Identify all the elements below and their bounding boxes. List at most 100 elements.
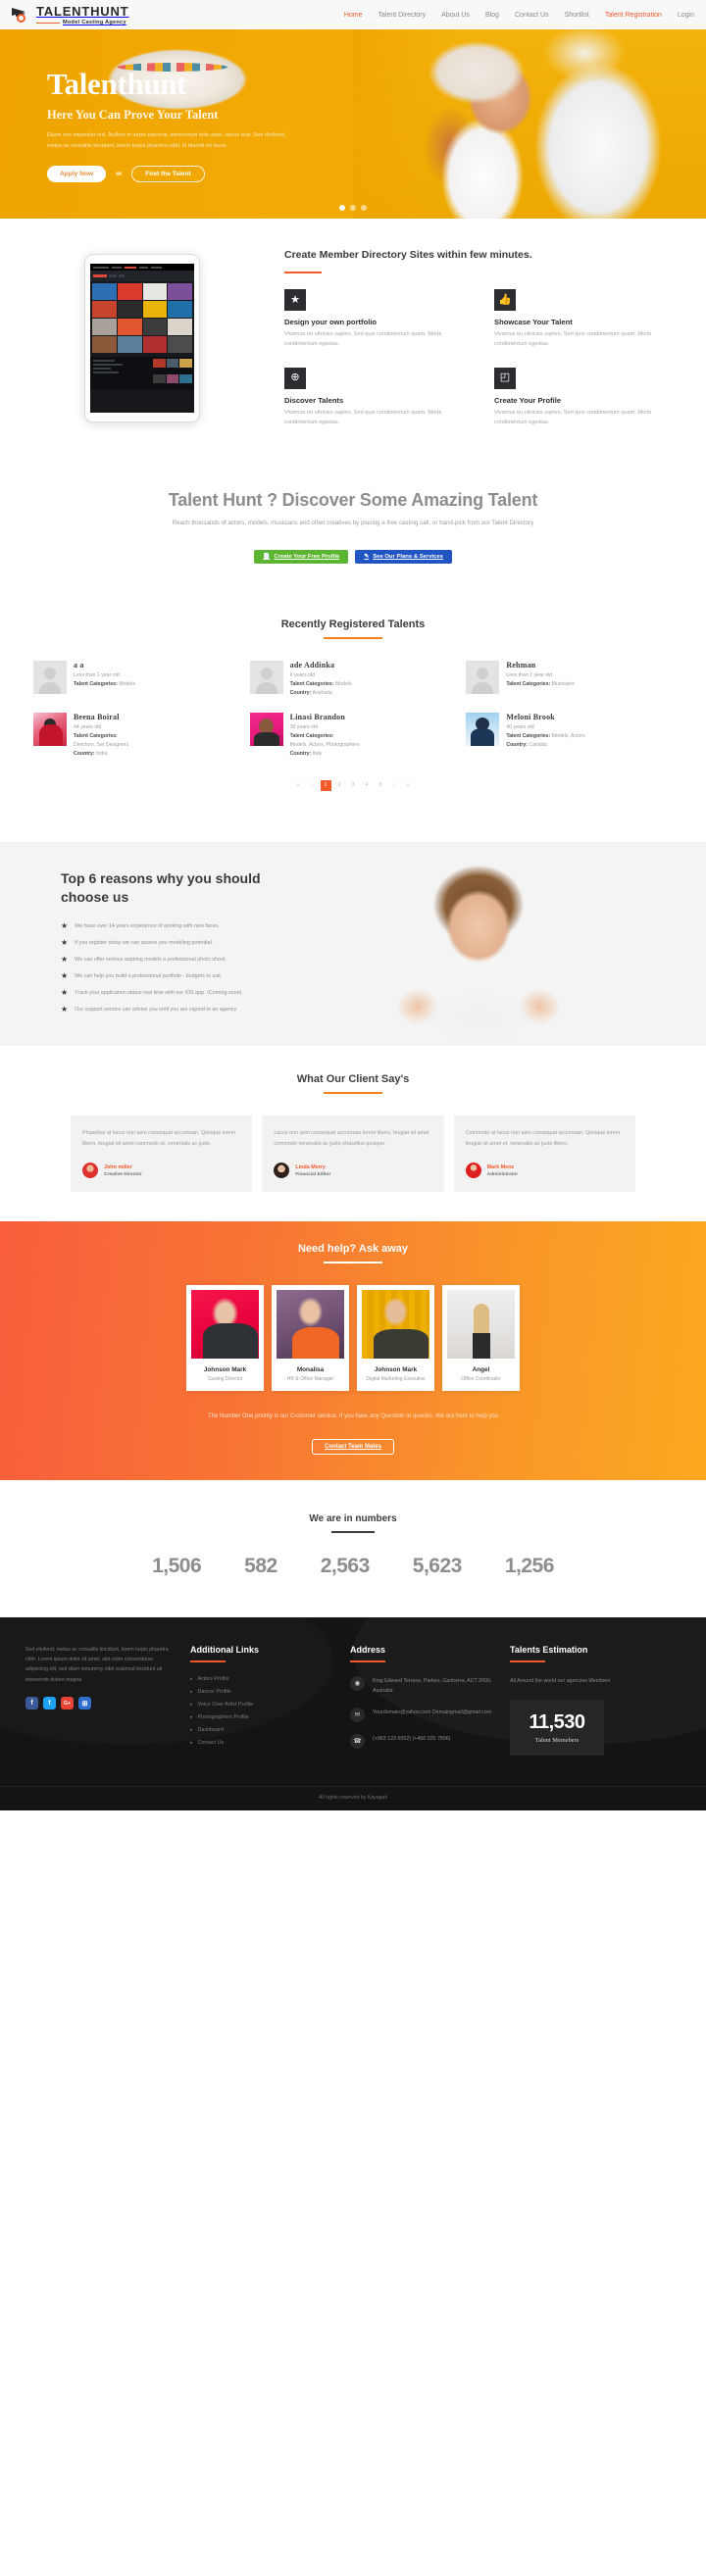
footer-link-voice-over-artist-profile[interactable]: ▸ Voice Over Artist Profile (190, 1702, 332, 1708)
brand-divider (36, 22, 60, 24)
footer-link-dancer-profile[interactable]: ▸ Dancer Profile (190, 1689, 332, 1695)
pagination: « ‹ 1 2 3 4 5 › » (0, 779, 706, 791)
talent-avatar-photo (466, 712, 500, 746)
reason-text: We can help you build a professional por… (75, 973, 223, 980)
nav-link-blog[interactable]: Blog (485, 12, 499, 19)
talent-name: a a (74, 661, 84, 670)
chevron-right-icon: ▸ (190, 1739, 193, 1746)
nav-links: Home Talent Directory About Us Blog Cont… (344, 12, 694, 19)
footer-link-label: Actors Profile (197, 1675, 229, 1682)
pagination-first[interactable]: « (293, 780, 304, 791)
talent-avatar-placeholder (33, 661, 67, 695)
features-heading-underline (284, 272, 322, 274)
team-member-name: Angel (472, 1366, 490, 1374)
brand-name: TALENTHUNT (36, 3, 129, 19)
see-plans-services-button[interactable]: ✎ See Our Plans & Services (355, 550, 452, 565)
number-stat: 5,623 (412, 1554, 463, 1577)
google-plus-icon[interactable]: G+ (61, 1697, 74, 1710)
twitter-icon[interactable]: t (43, 1697, 56, 1710)
footer-link-dashboard[interactable]: ▸ Dashboard (190, 1727, 332, 1733)
brand-logo[interactable]: TALENTHUNT Model Casting Agency (12, 4, 128, 26)
pagination-next[interactable]: › (389, 780, 400, 791)
hero-slider-dot-2[interactable] (350, 205, 356, 211)
hero-title: Talenthunt (47, 67, 187, 101)
numbers-row: 1,506 582 2,563 5,623 1,256 (0, 1555, 706, 1578)
footer-link-actors-profile[interactable]: ▸ Actors Profile (190, 1676, 332, 1682)
star-icon: ★ (61, 937, 69, 947)
reason-item: ★ If you register today we can assess you… (61, 937, 353, 947)
feature-description: Vivamus eu ultricies sapien. Sed quis co… (284, 331, 442, 347)
contact-team-mates-button[interactable]: Contact Team Mates (312, 1438, 394, 1455)
footer-address-row: ◉ King Edward Terrace, Parkes, Canberra,… (350, 1675, 492, 1696)
talent-card[interactable]: Meloni Brook 40 years old Talent Categor… (466, 712, 673, 759)
reason-item: ★ We can offer serious aspiring models a … (61, 954, 353, 964)
talent-card[interactable]: Beena Boiral 44 years old Talent Categor… (33, 712, 240, 759)
testimonial-card: Lacus non sem consequat accumsan lorem l… (262, 1115, 444, 1193)
footer-estimation-label: Talent Memebers (534, 1736, 580, 1744)
nav-link-talent-registration[interactable]: Talent Registration (605, 12, 662, 19)
talent-card[interactable]: ade Addinka 6 years old Talent Categorie… (249, 661, 457, 698)
footer-copyright: All rights reserved by Kayapati (0, 1785, 706, 1810)
top-navigation-bar: TALENTHUNT Model Casting Agency Home Tal… (0, 0, 706, 29)
pagination-page-3[interactable]: 3 (348, 780, 359, 791)
pagination-page-5[interactable]: 5 (376, 780, 386, 791)
nav-link-shortlist[interactable]: Shortlist (565, 12, 589, 19)
nav-link-about-us[interactable]: About Us (441, 12, 470, 19)
testimonial-author-role: Financial Editor (295, 1171, 331, 1177)
footer-estimation-number: 11,530 (529, 1710, 585, 1733)
team-title: Need help? Ask away (297, 1243, 409, 1256)
hero-slider-dot-3[interactable] (361, 205, 367, 211)
discover-section: Talent Hunt ? Discover Some Amazing Tale… (0, 463, 706, 619)
talent-avatar-placeholder (466, 661, 500, 695)
pagination-prev[interactable]: ‹ (307, 780, 318, 791)
nav-link-home[interactable]: Home (344, 12, 363, 19)
reasons-model-photo (365, 859, 590, 1046)
footer-link-photographers-profile[interactable]: ▸ Photographers Profile (190, 1714, 332, 1720)
pagination-page-2[interactable]: 2 (334, 780, 345, 791)
team-member-card[interactable]: Monalisa HR & Office Manager (272, 1285, 349, 1392)
document-icon: ◰ (494, 367, 516, 389)
facebook-icon[interactable]: f (25, 1697, 38, 1710)
reason-text: We have over 14 years experience of work… (75, 922, 220, 929)
nav-link-login[interactable]: Login (678, 12, 694, 19)
create-free-profile-button[interactable]: 📄 Create Your Free Profile (254, 550, 349, 565)
star-icon: ★ (61, 954, 69, 964)
discover-subtitle: Reach thousands of actors, models, music… (172, 520, 534, 527)
talent-card[interactable]: a a Less than 1 year old Talent Categori… (33, 661, 240, 698)
hero-slider-dot-1[interactable] (339, 205, 345, 211)
talent-age: 40 years old (506, 723, 534, 730)
pagination-page-1[interactable]: 1 (320, 779, 331, 791)
apply-now-button[interactable]: Apply Now (47, 166, 107, 183)
team-member-photo (191, 1290, 259, 1360)
team-note: The Number One priority is our Customer … (207, 1413, 499, 1420)
team-member-card[interactable]: Johnson Mark Digital Marketing Executive (357, 1285, 434, 1392)
number-stat: 2,563 (320, 1554, 371, 1577)
nav-link-contact-us[interactable]: Contact Us (515, 12, 549, 19)
team-member-name: Johnson Mark (203, 1366, 247, 1374)
feature-description: Vivamus eu ultricies sapien. Sed quis co… (494, 409, 652, 425)
footer-address-text: King Edward Terrace, Parkes, Canberra, A… (373, 1677, 492, 1694)
page-root: TALENTHUNT Model Casting Agency Home Tal… (0, 0, 706, 1810)
team-member-role: Digital Marketing Executive (366, 1376, 426, 1383)
footer-link-label: Dashboard (197, 1726, 224, 1733)
footer: Sed eleifend, metus ac convallis tincidu… (0, 1616, 706, 1810)
windows-icon[interactable]: ⊞ (78, 1697, 91, 1710)
pagination-last[interactable]: » (403, 780, 414, 791)
brand-tagline: Model Casting Agency (63, 19, 126, 25)
footer-address-title: Address (350, 1644, 386, 1655)
location-pin-icon: ◉ (350, 1675, 365, 1691)
testimonial-author-role: Administrator (486, 1171, 519, 1177)
footer-link-contact-us[interactable]: ▸ Contact Us (190, 1740, 332, 1746)
nav-link-talent-directory[interactable]: Talent Directory (378, 12, 427, 19)
team-member-photo (362, 1290, 429, 1360)
find-the-talent-button[interactable]: Find the Talent (131, 166, 205, 183)
reasons-section: Top 6 reasons why you should choose us ★… (0, 841, 706, 1047)
talent-card[interactable]: Rehman Less than 1 year old Talent Categ… (466, 661, 673, 698)
chevron-right-icon: ▸ (190, 1713, 193, 1720)
star-icon: ★ (61, 988, 69, 998)
talent-card[interactable]: Linasi Brandon 36 years old Talent Categ… (249, 712, 457, 759)
team-member-card[interactable]: Angel Office Coordinator (442, 1285, 520, 1392)
team-member-card[interactable]: Johnson Mark Casting Director (186, 1285, 264, 1392)
see-plans-services-label: See Our Plans & Services (373, 554, 443, 561)
pagination-page-4[interactable]: 4 (362, 780, 373, 791)
